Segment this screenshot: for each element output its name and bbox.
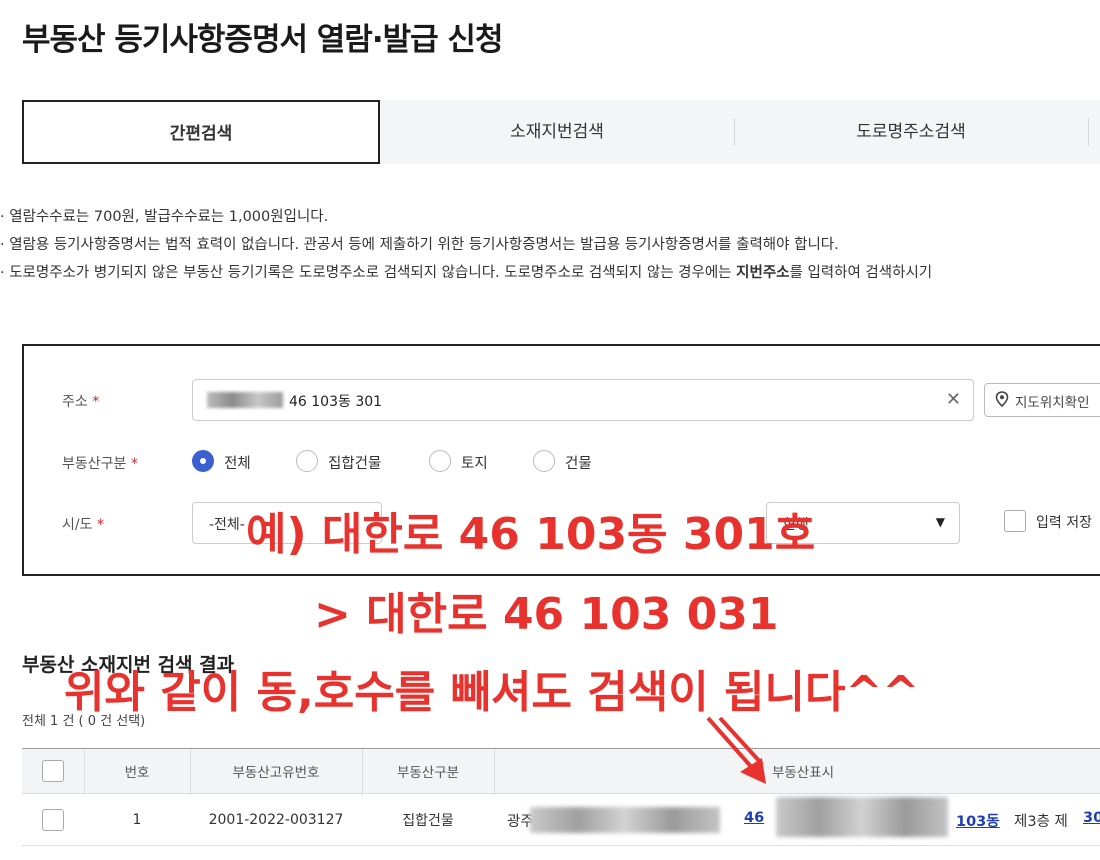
row-checkbox[interactable] xyxy=(42,808,64,831)
radio-selected-icon xyxy=(192,450,214,472)
tab-lot-number-search[interactable]: 소재지번검색 xyxy=(380,100,734,164)
chevron-down-icon: ▼ xyxy=(935,515,945,529)
row-unique-no: 2001-2022-003127 xyxy=(208,811,344,828)
notice-legal-effect: · 열람용 등기사항증명서는 법적 효력이 없습니다. 관공서 등에 제출하기 … xyxy=(0,237,839,253)
table-row[interactable]: 1 2001-2022-003127 집합건물 광주 46 103동 제3층 제… xyxy=(22,794,1100,846)
lot-number-link[interactable]: 46 xyxy=(744,810,764,826)
annotation-arrow-icon xyxy=(706,716,766,784)
close-icon[interactable]: ✕ xyxy=(946,389,961,410)
page-title: 부동산 등기사항증명서 열람·발급 신청 xyxy=(22,22,503,58)
address-input[interactable]: 46 103동 301 ✕ xyxy=(192,379,974,421)
row-no: 1 xyxy=(132,811,142,828)
header-type: 부동산구분 xyxy=(396,765,460,781)
radio-unselected-icon xyxy=(296,450,318,472)
sido-label: 시/도 * xyxy=(62,517,104,533)
floor-text: 제3층 제 xyxy=(1014,814,1068,830)
search-tabs: 간편검색 소재지번검색 도로명주소검색 xyxy=(22,100,1100,164)
map-pin-icon xyxy=(995,391,1009,411)
blurred-address-text xyxy=(530,807,720,833)
blurred-address-text xyxy=(776,797,948,837)
table-header: 번호 부동산고유번호 부동산구분 부동산표시 xyxy=(22,748,1100,795)
header-property-display: 부동산표시 xyxy=(771,765,835,781)
row-type: 집합건물 xyxy=(402,812,454,829)
notice-fee: · 열람수수료는 700원, 발급수수료는 1,000원입니다. xyxy=(0,209,329,225)
annotation-line-2: > 대한로 46 103 031 xyxy=(314,589,779,640)
radio-unselected-icon xyxy=(429,450,451,472)
tab-road-address-search[interactable]: 도로명주소검색 xyxy=(734,100,1088,164)
map-location-button[interactable]: 지도위치확인 xyxy=(984,383,1100,417)
blurred-address-text xyxy=(207,392,283,408)
tab-simple-search[interactable]: 간편검색 xyxy=(22,100,380,164)
annotation-line-1: 예) 대한로 46 103동 301호 xyxy=(246,509,816,560)
tab-divider xyxy=(1088,118,1089,146)
radio-unselected-icon xyxy=(533,450,555,472)
address-value: 46 103동 301 xyxy=(289,394,383,410)
address-label: 주소 * xyxy=(62,394,100,410)
map-button-label: 지도위치확인 xyxy=(1015,395,1090,411)
property-type-label: 부동산구분 * xyxy=(62,456,138,472)
notice-road-address: · 도로명주소가 병기되지 않은 부동산 등기기록은 도로명주소로 검색되지 않… xyxy=(0,265,933,281)
header-no: 번호 xyxy=(124,765,150,781)
save-input-label: 입력 저장 xyxy=(1036,515,1092,531)
annotation-line-3: 위와 같이 동,호수를 빼셔도 검색이 됩니다^^ xyxy=(64,667,920,718)
header-unique-no: 부동산고유번호 xyxy=(232,765,320,781)
ho-link[interactable]: 30 xyxy=(1083,810,1100,826)
dong-link[interactable]: 103동 xyxy=(956,810,1000,831)
save-input-checkbox[interactable] xyxy=(1004,510,1026,532)
select-all-checkbox[interactable] xyxy=(42,760,64,782)
